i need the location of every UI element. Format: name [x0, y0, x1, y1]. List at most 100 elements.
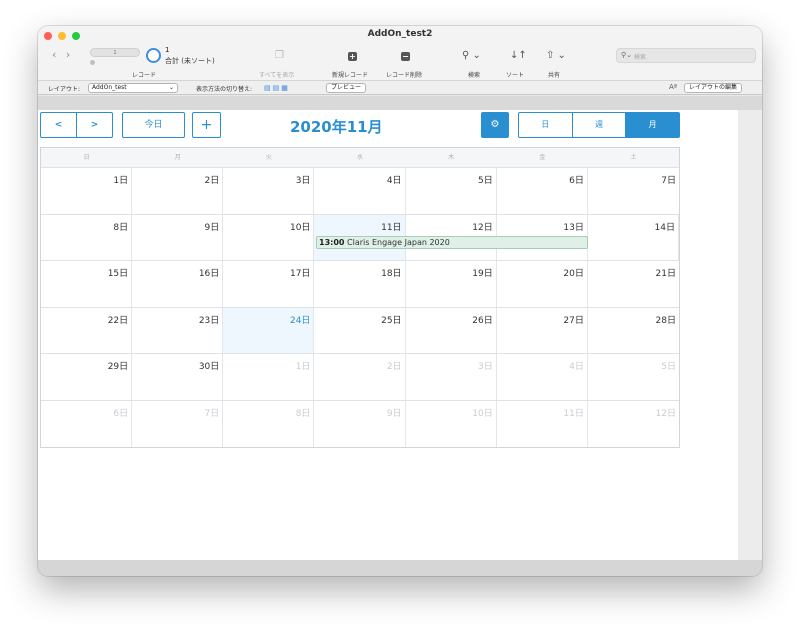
day-cell[interactable]: 26日 [406, 307, 497, 353]
day-cell[interactable]: 10日 [223, 214, 315, 260]
gear-icon[interactable]: ⚙ [481, 112, 509, 138]
sort-icon: ↓↑ [510, 50, 527, 61]
view-switch-label: 表示方法の切り替え: [196, 86, 253, 93]
day-cell[interactable]: 29日 [41, 354, 133, 400]
new-record-icon: + [348, 52, 357, 61]
day-cell[interactable]: 16日 [132, 261, 224, 307]
weekday-label: 水 [356, 154, 363, 161]
day-cell[interactable]: 30日 [132, 354, 224, 400]
day-cell-other-month[interactable]: 3日 [406, 354, 497, 400]
month-grid: 日 月 火 水 木 金 土 1日 2日 3日 4日 5日 6日 7日 8日 9日… [40, 147, 680, 448]
day-cell-today[interactable]: 24日 [223, 307, 315, 353]
layout-bar: レイアウト: AddOn_test ⌄ 表示方法の切り替え: ▤▤▦ プレビュー… [38, 80, 762, 95]
edit-layout-button[interactable]: レイアウトの編集 [684, 83, 743, 93]
day-cell[interactable]: 6日 [497, 168, 588, 214]
preview-button[interactable]: プレビュー [326, 83, 367, 93]
weekday-label: 月 [174, 154, 181, 161]
layout-select[interactable]: AddOn_test ⌄ [88, 83, 178, 93]
day-cell[interactable]: 20日 [497, 261, 588, 307]
show-all-button[interactable]: すべてを表示 [259, 70, 294, 79]
sort-button[interactable]: ソート [506, 70, 524, 79]
day-cell[interactable]: 25日 [314, 307, 406, 353]
day-cell[interactable]: 7日 [588, 168, 679, 214]
titlebar: AddOn_test2 ‹ › 1 1 合計 (未ソート) レコード ❐ すべて… [38, 26, 762, 80]
weekday-label: 日 [83, 154, 90, 161]
weekday-header: 日 月 火 水 木 金 土 [41, 148, 679, 168]
new-record-button[interactable]: 新規レコード [332, 70, 368, 79]
find-button[interactable]: 検索 [468, 70, 480, 79]
prev-month-button[interactable]: < [41, 113, 77, 137]
day-cell[interactable]: 3日 [223, 168, 315, 214]
day-cell[interactable]: 18日 [314, 261, 406, 307]
calendar-event[interactable]: 13:00 Claris Engage Japan 2020 [316, 235, 588, 249]
event-title: Claris Engage Japan 2020 [347, 237, 450, 247]
day-cell-other-month[interactable]: 2日 [314, 354, 406, 400]
delete-record-button[interactable]: レコード削除 [386, 70, 422, 79]
week-row: 6日 7日 8日 9日 10日 11日 12日 [41, 400, 679, 448]
status-bar [38, 560, 762, 576]
day-cell[interactable]: 23日 [132, 307, 224, 353]
chevron-down-icon: ⌄ [168, 84, 174, 91]
record-nav-arrows[interactable]: ‹ › [52, 48, 73, 61]
week-row: 15日 16日 17日 18日 19日 20日 21日 [41, 261, 679, 308]
layout-label: レイアウト: [48, 86, 81, 93]
weekday-label: 火 [265, 154, 272, 161]
day-cell-other-month[interactable]: 5日 [588, 354, 679, 400]
day-cell-other-month[interactable]: 10日 [406, 400, 497, 447]
view-week-button[interactable]: 週 [573, 113, 627, 137]
day-cell[interactable]: 5日 [406, 168, 497, 214]
day-cell[interactable]: 15日 [41, 261, 133, 307]
search-input[interactable]: 検索 [634, 52, 646, 61]
week-row: 29日 30日 1日 2日 3日 4日 5日 [41, 354, 679, 401]
scroll-gutter [738, 110, 762, 560]
add-event-button[interactable]: + [192, 112, 221, 138]
day-cell-other-month[interactable]: 12日 [588, 401, 679, 448]
event-time: 13:00 [319, 237, 345, 247]
day-cell-other-month[interactable]: 7日 [132, 400, 224, 447]
day-cell[interactable]: 22日 [41, 307, 133, 353]
week-row: 22日 23日 24日 25日 26日 27日 28日 [41, 307, 679, 354]
calendar-title: 2020年11月 [290, 118, 383, 136]
day-cell-other-month[interactable]: 11日 [497, 400, 588, 447]
day-cell-other-month[interactable]: 9日 [314, 400, 406, 447]
view-segment: 日 週 月 [518, 112, 680, 138]
day-cell[interactable]: 8日 [41, 214, 133, 260]
day-cell[interactable]: 4日 [314, 168, 406, 214]
day-cell[interactable]: 1日 [41, 168, 133, 214]
record-slider[interactable]: 1 [90, 48, 140, 57]
record-count: 1 [165, 46, 170, 54]
day-cell[interactable]: 27日 [497, 307, 588, 353]
day-cell[interactable]: 17日 [223, 261, 315, 307]
find-icon: ⚲ ⌄ [462, 50, 481, 61]
day-cell[interactable]: 28日 [588, 308, 679, 354]
record-label: レコード [132, 72, 157, 79]
view-month-button[interactable]: 月 [626, 113, 680, 137]
day-cell-other-month[interactable]: 1日 [223, 354, 315, 400]
search-icon: ⚲⌄ [621, 51, 632, 59]
day-cell[interactable]: 9日 [132, 214, 224, 260]
view-day-button[interactable]: 日 [519, 113, 573, 137]
app-window: AddOn_test2 ‹ › 1 1 合計 (未ソート) レコード ❐ すべて… [38, 26, 762, 576]
next-month-button[interactable]: > [77, 113, 112, 137]
record-total: 合計 (未ソート) [165, 57, 215, 65]
quick-find-search[interactable]: ⚲⌄ 検索 [616, 48, 756, 63]
window-title: AddOn_test2 [367, 29, 433, 39]
week-row: 1日 2日 3日 4日 5日 6日 7日 [41, 168, 679, 215]
day-cell[interactable]: 2日 [132, 168, 224, 214]
day-cell[interactable]: 19日 [406, 261, 497, 307]
share-button[interactable]: 共有 [548, 70, 560, 79]
format-text-icon[interactable]: Aª [669, 83, 677, 91]
day-cell[interactable]: 14日 [588, 214, 679, 260]
day-cell-other-month[interactable]: 8日 [223, 400, 315, 447]
weekday-label: 金 [539, 154, 546, 161]
share-icon: ⇧ ⌄ [546, 50, 566, 61]
day-cell-other-month[interactable]: 6日 [41, 400, 133, 447]
prev-next-group: < > [40, 112, 113, 138]
calendar-area: < > 今日 + 2020年11月 ⚙ 日 週 月 日 月 火 水 木 金 土 … [38, 110, 738, 560]
view-switch-icons[interactable]: ▤▤▦ [264, 84, 290, 92]
day-cell[interactable]: 21日 [588, 261, 679, 307]
week-row: 8日 9日 10日 11日 12日 13日 14日 13:00 Claris E… [41, 214, 679, 261]
today-button[interactable]: 今日 [122, 112, 185, 138]
record-slider-knob[interactable] [90, 60, 95, 65]
day-cell-other-month[interactable]: 4日 [497, 354, 588, 400]
